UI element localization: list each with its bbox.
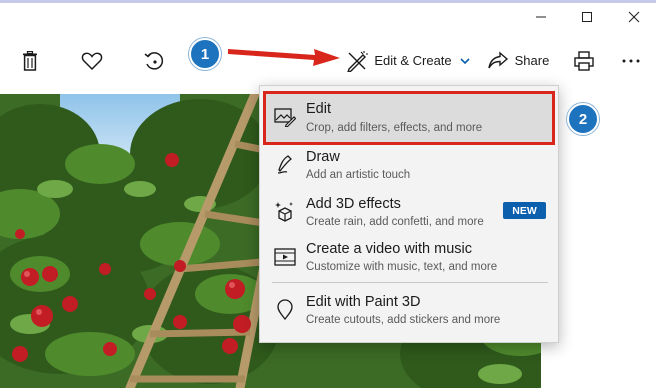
annotation-arrow xyxy=(228,49,340,66)
step-2-marker: 2 xyxy=(567,103,599,135)
step-1-marker: 1 xyxy=(189,38,221,70)
